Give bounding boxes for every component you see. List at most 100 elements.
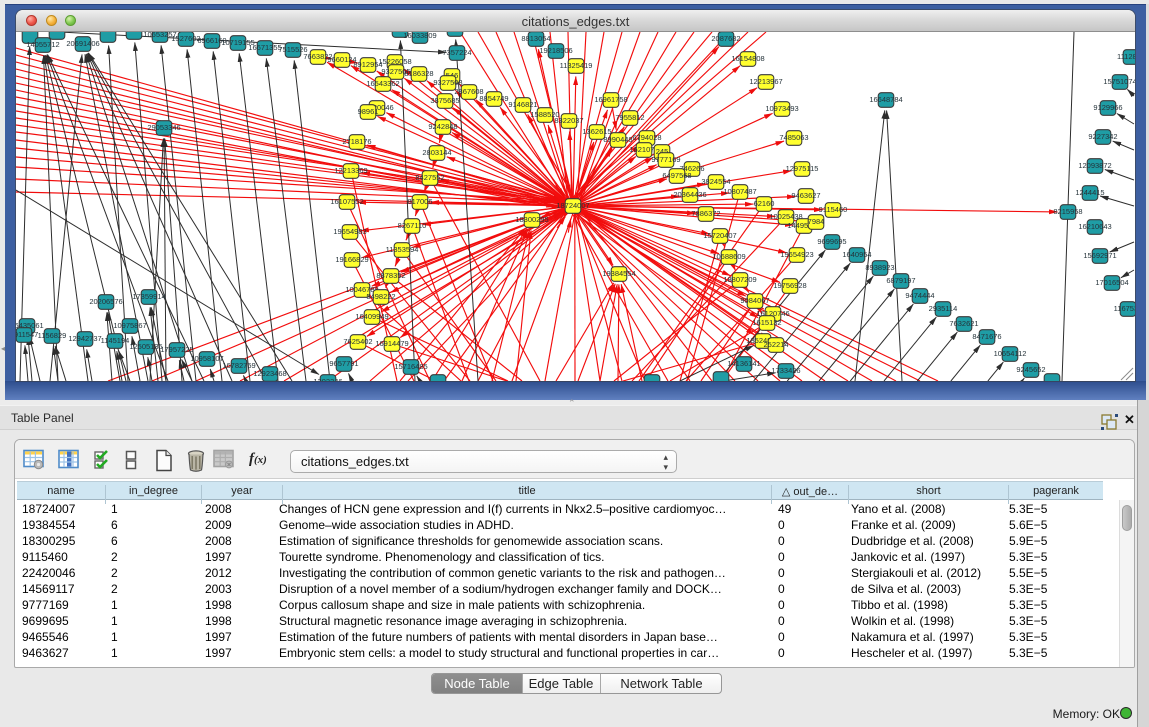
svg-text:8471676: 8471676: [972, 332, 1001, 341]
svg-text:7984: 7984: [808, 217, 825, 226]
svg-text:15751074: 15751074: [1103, 77, 1135, 86]
svg-text:8813054: 8813054: [521, 34, 550, 43]
svg-text:16961758: 16961758: [594, 95, 627, 104]
svg-text:20206576: 20206576: [89, 297, 122, 306]
svg-text:16107552: 16107552: [330, 197, 363, 206]
svg-text:19756928: 19756928: [773, 281, 806, 290]
svg-text:8990448: 8990448: [603, 135, 632, 144]
svg-text:2803144: 2803144: [422, 148, 451, 157]
svg-text:9245652: 9245652: [1016, 365, 1045, 374]
svg-text:1145194: 1145194: [101, 336, 130, 345]
svg-text:10958107: 10958107: [190, 354, 223, 363]
svg-text:12975115: 12975115: [786, 164, 819, 173]
svg-text:16782759: 16782759: [222, 361, 255, 370]
svg-text:12213369: 12213369: [334, 166, 367, 175]
svg-text:7886372: 7886372: [691, 209, 720, 218]
svg-text:8215958: 8215958: [1053, 207, 1082, 216]
svg-text:6794028: 6794028: [632, 133, 661, 142]
svg-text:7625402: 7625402: [343, 337, 372, 346]
svg-text:2718176: 2718176: [342, 137, 371, 146]
svg-text:2087682: 2087682: [711, 34, 740, 43]
svg-text:1733426: 1733426: [771, 366, 800, 375]
svg-text:9129966: 9129966: [1093, 103, 1122, 112]
svg-text:12942737: 12942737: [68, 334, 101, 343]
svg-text:14055712: 14055712: [26, 40, 59, 49]
svg-text:7485063: 7485063: [779, 133, 808, 142]
svg-text:18724007: 18724007: [556, 201, 589, 210]
svg-text:16648784: 16648784: [869, 95, 902, 104]
svg-text:1156829: 1156829: [38, 331, 67, 340]
svg-text:9474444: 9474444: [905, 291, 934, 300]
svg-text:15720407: 15720407: [703, 231, 736, 240]
svg-text:19654923: 19654923: [780, 250, 813, 259]
svg-text:1244415: 1244415: [1075, 188, 1104, 197]
svg-text:8854749: 8854749: [479, 94, 508, 103]
svg-text:6879197: 6879197: [886, 276, 915, 285]
svg-text:7357224: 7357224: [442, 48, 471, 57]
svg-text:6497568: 6497568: [662, 171, 691, 180]
svg-text:15692971: 15692971: [1083, 251, 1116, 260]
svg-text:9146821: 9146821: [508, 100, 537, 109]
svg-text:16543362: 16543362: [366, 79, 399, 88]
svg-text:10688609: 10688609: [712, 252, 745, 261]
svg-text:9115460: 9115460: [819, 205, 848, 214]
svg-text:15716485: 15716485: [394, 362, 427, 371]
svg-text:9699695: 9699695: [817, 237, 846, 246]
svg-text:16409949: 16409949: [355, 312, 388, 321]
svg-text:11325419: 11325419: [560, 61, 593, 70]
svg-text:9777169: 9777169: [651, 155, 680, 164]
svg-text:8427552: 8427552: [415, 173, 444, 182]
svg-text:20691406: 20691406: [66, 39, 99, 48]
svg-text:9084067: 9084067: [740, 296, 769, 305]
svg-text:2935114: 2935114: [929, 304, 958, 313]
svg-text:14136141: 14136141: [727, 359, 760, 368]
svg-text:16210643: 16210643: [1078, 222, 1111, 231]
svg-text:17016504: 17016504: [1095, 278, 1128, 287]
svg-text:10973493: 10973493: [765, 104, 798, 113]
svg-text:10975867: 10975867: [113, 321, 146, 330]
svg-text:19166829: 19166829: [335, 255, 368, 264]
svg-text:7632621: 7632621: [949, 319, 978, 328]
svg-text:62160: 62160: [754, 199, 775, 208]
svg-text:5498222: 5498222: [366, 292, 395, 301]
svg-text:252214: 252214: [763, 340, 788, 349]
svg-text:9660124: 9660124: [327, 55, 356, 64]
svg-text:18300295: 18300295: [515, 215, 548, 224]
svg-text:1167534: 1167534: [1114, 304, 1135, 313]
svg-text:10807487: 10807487: [723, 187, 756, 196]
svg-text:1112873: 1112873: [1117, 52, 1135, 61]
svg-text:12093872: 12093872: [1078, 161, 1111, 170]
svg-text:3911547: 3911547: [16, 330, 38, 339]
svg-text:12923468: 12923468: [253, 369, 286, 378]
svg-text:19218506: 19218506: [539, 46, 572, 55]
svg-text:18807209: 18807209: [723, 275, 756, 284]
svg-text:17359914: 17359914: [132, 292, 165, 301]
svg-text:8938923: 8938923: [865, 263, 894, 272]
svg-text:1640954: 1640954: [842, 250, 871, 259]
svg-text:9327508: 9327508: [433, 78, 462, 87]
svg-text:12505135: 12505135: [129, 342, 162, 351]
svg-text:8267110: 8267110: [398, 221, 427, 230]
svg-text:16033809: 16033809: [403, 32, 436, 40]
svg-text:16914479: 16914479: [375, 339, 408, 348]
svg-text:7955812: 7955812: [615, 113, 644, 122]
svg-text:12213967: 12213967: [749, 77, 782, 86]
svg-text:8878352: 8878352: [376, 271, 405, 280]
svg-text:9463627: 9463627: [791, 191, 820, 200]
svg-text:20364436: 20364436: [673, 190, 706, 199]
svg-text:9242848: 9242848: [428, 122, 457, 131]
svg-text:16671355: 16671355: [248, 43, 281, 52]
svg-text:19384554: 19384554: [602, 269, 635, 278]
svg-text:1292346: 1292346: [313, 377, 342, 381]
svg-text:19654983: 19654983: [333, 227, 366, 236]
svg-text:3824554: 3824554: [701, 177, 730, 186]
svg-text:1615132: 1615132: [752, 318, 781, 327]
svg-text:29053346: 29053346: [147, 123, 180, 132]
svg-text:9657791: 9657791: [329, 359, 358, 368]
svg-text:8322037: 8322037: [554, 116, 583, 125]
svg-text:1527602: 1527602: [171, 34, 200, 43]
svg-text:16154808: 16154808: [731, 54, 764, 63]
svg-text:11353594: 11353594: [386, 245, 419, 254]
svg-text:817006: 817006: [407, 197, 432, 206]
svg-text:8186328: 8186328: [404, 69, 433, 78]
